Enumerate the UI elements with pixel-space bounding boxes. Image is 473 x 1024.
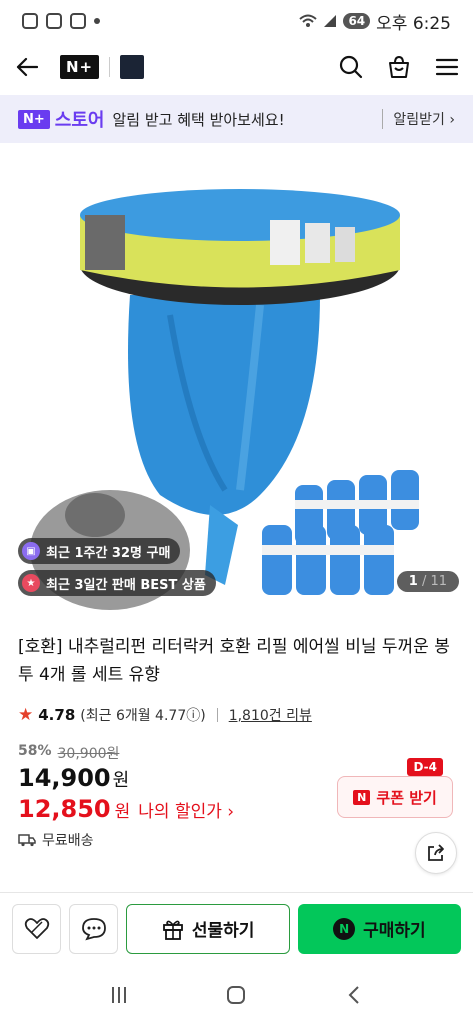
rating-score: 4.78 xyxy=(38,706,76,724)
header-divider xyxy=(109,57,111,77)
rating-recent[interactable]: (최근 6개월 4.77ⓘ) xyxy=(80,705,205,725)
trophy-icon: ★ xyxy=(22,574,40,592)
status-bar: 64 오후 6:25 xyxy=(0,0,473,42)
my-price-value: 12,850 xyxy=(18,795,111,823)
truck-icon xyxy=(18,834,36,847)
sale-price-value: 14,900 xyxy=(18,764,111,792)
menu-button[interactable] xyxy=(435,55,459,79)
system-nav-bar xyxy=(0,966,473,1024)
notification-promo-banner[interactable]: N+ 스토어 알림 받고 혜택 받아보세요! 알림받기 › xyxy=(0,95,473,143)
original-price: 30,900원 xyxy=(57,746,120,762)
search-button[interactable] xyxy=(339,55,363,79)
share-button[interactable] xyxy=(415,832,457,874)
discount-percent: 58% xyxy=(18,743,52,759)
chat-icon xyxy=(81,917,106,940)
weekly-purchase-text: 최근 1주간 32명 구매 xyxy=(46,545,171,561)
search-icon xyxy=(339,55,363,79)
gift-button[interactable]: 선물하기 xyxy=(126,903,290,954)
gift-icon xyxy=(162,920,183,940)
bag-badge-icon: ▣ xyxy=(22,542,40,560)
promo-message: 알림 받고 혜택 받아보세요! xyxy=(112,110,285,129)
image-counter-total: / 11 xyxy=(421,574,447,589)
buy-label: 구매하기 xyxy=(363,921,426,941)
coupon-dday-badge: D-4 xyxy=(407,758,443,776)
header-actions xyxy=(339,55,459,79)
home-icon xyxy=(227,986,246,1004)
product-image-gallery[interactable]: ▣ 최근 1주간 32명 구매 ★ 최근 3일간 판매 BEST 상품 1 / … xyxy=(0,145,473,615)
recent-apps-icon xyxy=(111,987,126,1003)
sale-price-unit: 원 xyxy=(112,770,130,791)
rating-divider xyxy=(216,708,218,722)
status-icons xyxy=(22,13,100,29)
wifi-icon xyxy=(299,14,318,27)
review-count-link[interactable]: 1,810건 리뷰 xyxy=(229,705,312,725)
app-icon xyxy=(46,13,62,29)
nplus-badge: N+ xyxy=(18,109,50,129)
image-counter-current: 1 xyxy=(408,574,418,589)
app-header: N+ xyxy=(0,42,473,92)
buy-button[interactable]: N 구매하기 xyxy=(297,903,462,954)
nplus-logo[interactable]: N+ xyxy=(60,55,100,79)
best-seller-chip: ★ 최근 3일간 판매 BEST 상품 xyxy=(18,570,216,596)
store-logo[interactable] xyxy=(120,55,145,79)
gift-label: 선물하기 xyxy=(191,921,255,941)
coupon-button[interactable]: N 쿠폰 받기 xyxy=(337,776,453,818)
shield-icon xyxy=(70,13,86,29)
nav-back-icon xyxy=(348,986,359,1004)
cart-button[interactable] xyxy=(387,55,411,79)
back-icon xyxy=(16,57,38,77)
store-label: 스토어 xyxy=(54,110,105,131)
naver-pay-icon: N xyxy=(333,917,356,940)
more-dot-icon xyxy=(94,18,100,24)
menu-icon xyxy=(435,58,459,76)
my-discount-price[interactable]: 12,850 원 나의 할인가 › xyxy=(18,795,234,823)
star-icon: ★ xyxy=(18,705,34,725)
home-button[interactable] xyxy=(221,980,251,1010)
sale-price: 14,900 원 xyxy=(18,764,129,792)
best-seller-text: 최근 3일간 판매 BEST 상품 xyxy=(46,577,206,593)
my-price-unit: 원 xyxy=(114,802,131,822)
discount-row: 58% 30,900원 xyxy=(18,743,119,763)
bag-icon xyxy=(389,55,409,78)
wishlist-button[interactable] xyxy=(12,903,62,954)
rating-row: ★ 4.78 (최근 6개월 4.77ⓘ) 1,810건 리뷰 xyxy=(18,705,312,725)
weekly-purchase-chip: ▣ 최근 1주간 32명 구매 xyxy=(18,538,181,564)
heart-icon xyxy=(24,917,49,939)
coupon-label: 쿠폰 받기 xyxy=(376,788,437,807)
naver-n-icon: N xyxy=(353,789,371,805)
chat-button[interactable] xyxy=(69,903,119,954)
share-icon xyxy=(428,844,444,861)
shipping-info: 무료배송 xyxy=(18,830,94,850)
subscribe-alert-link[interactable]: 알림받기 › xyxy=(382,109,455,129)
recent-apps-button[interactable] xyxy=(104,980,134,1010)
image-counter: 1 / 11 xyxy=(396,571,459,592)
product-title: [호환] 내추럴리펀 리터락커 호환 리필 에어씰 비닐 두꺼운 봉투 4개 롤… xyxy=(18,637,450,685)
nav-back-button[interactable] xyxy=(339,980,369,1010)
status-right: 64 오후 6:25 xyxy=(299,9,451,34)
signal-icon xyxy=(324,15,337,27)
purchase-action-bar: 선물하기 N 구매하기 xyxy=(0,892,473,964)
notification-icon xyxy=(22,13,38,29)
battery-indicator: 64 xyxy=(343,13,371,29)
my-price-label: 나의 할인가 › xyxy=(138,802,235,822)
shipping-text: 무료배송 xyxy=(42,833,94,849)
back-button[interactable] xyxy=(14,54,40,80)
clock: 오후 6:25 xyxy=(376,13,451,34)
